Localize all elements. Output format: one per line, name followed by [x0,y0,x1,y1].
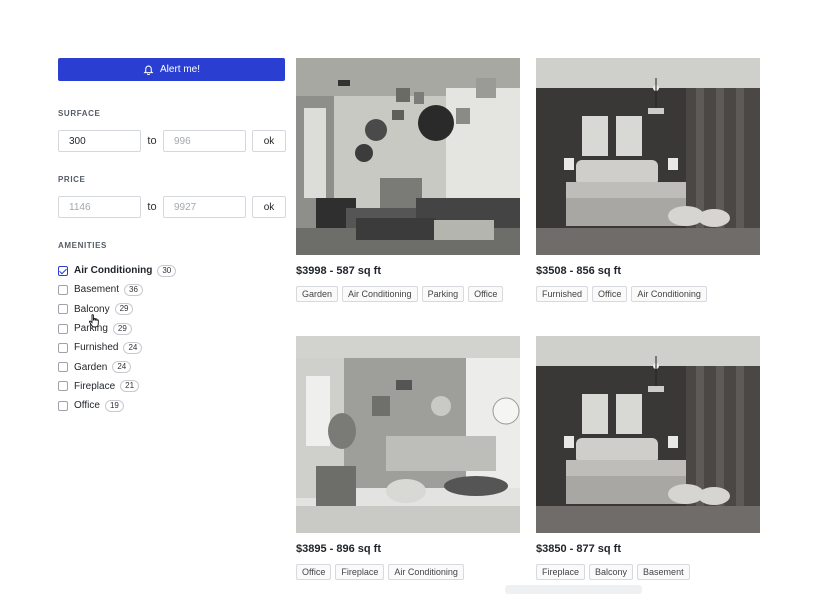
alert-me-label: Alert me! [159,64,200,75]
listing-title: $3895 - 896 sq ft [296,543,381,555]
amenity-label: Fireplace [74,380,116,392]
amenity-office[interactable]: Office 19 [58,396,286,415]
price-range: to ok [58,196,286,218]
amenity-label: Air Conditioning [74,265,153,277]
amenity-label: Garden [74,361,108,373]
listing-tag: Air Conditioning [631,286,707,302]
listing-tag: Air Conditioning [342,286,418,302]
listing-tag: Fireplace [536,564,586,580]
filters-sidebar: Alert me! SURFACE to ok PRICE to ok AMEN… [58,58,286,415]
amenity-count-badge: 24 [123,341,143,354]
surface-min-input[interactable] [58,130,141,152]
listing-tag: Balcony [589,564,634,580]
listing-photo-image [296,336,520,533]
surface-ok-button[interactable]: ok [252,130,286,152]
listing-photo[interactable] [296,58,520,255]
listing-tag: Office [468,286,504,302]
price-title: PRICE [58,175,86,184]
listing-card[interactable]: $3850 - 877 sq ft Fireplace Balcony Base… [536,336,760,580]
amenity-checkbox[interactable] [58,362,68,373]
listing-tag: Office [592,286,628,302]
listing-photo-image [536,58,760,255]
amenity-checkbox[interactable] [58,342,68,353]
listing-title: $3850 - 877 sq ft [536,543,621,555]
surface-max-input[interactable] [163,130,246,152]
amenity-count-badge: 29 [112,322,132,335]
listing-photo[interactable] [536,58,760,255]
amenity-count-badge: 24 [112,361,132,374]
listing-card[interactable]: $3998 - 587 sq ft Garden Air Conditionin… [296,58,520,302]
listing-tag: Air Conditioning [388,564,464,580]
listing-title: $3508 - 856 sq ft [536,265,621,277]
amenity-label: Office [74,400,100,412]
amenity-count-badge: 19 [104,399,124,412]
listing-tag: Parking [421,286,465,302]
amenity-checkbox[interactable] [58,323,68,334]
amenity-label: Furnished [74,342,119,354]
amenity-furnished[interactable]: Furnished 24 [58,338,286,357]
hand-pointer-icon [88,314,99,328]
amenity-checkbox[interactable] [58,304,68,315]
amenity-checkbox[interactable] [58,400,68,411]
amenity-garden[interactable]: Garden 24 [58,357,286,376]
listing-card[interactable]: $3895 - 896 sq ft Office Fireplace Air C… [296,336,520,580]
bottom-toast [505,585,642,594]
listing-tags: Fireplace Balcony Basement [536,564,760,580]
listing-tag: Furnished [536,286,589,302]
listing-photo-image [536,336,760,533]
price-min-input[interactable] [58,196,141,218]
listing-tag: Basement [637,564,690,580]
listing-title: $3998 - 587 sq ft [296,265,381,277]
listing-photo[interactable] [296,336,520,533]
listing-tag: Garden [296,286,339,302]
amenity-basement[interactable]: Basement 36 [58,280,286,299]
amenity-count-badge: 29 [114,303,134,316]
surface-to-label: to [147,135,157,147]
surface-range: to ok [58,130,286,152]
listing-card[interactable]: $3508 - 856 sq ft Furnished Office Air C… [536,58,760,302]
listing-photo-image [296,58,520,255]
listing-tag: Office [296,564,332,580]
listing-tags: Office Fireplace Air Conditioning [296,564,520,580]
price-ok-button[interactable]: ok [252,196,286,218]
surface-title: SURFACE [58,109,101,118]
price-to-label: to [147,201,157,213]
listing-photo[interactable] [536,336,760,533]
amenity-label: Basement [74,284,120,296]
listing-tag: Fireplace [335,564,385,580]
listing-tags: Garden Air Conditioning Parking Office [296,286,520,302]
amenity-count-badge: 36 [124,283,143,296]
amenities-list: Air Conditioning 30 Basement 36 Balcony … [58,261,286,415]
bell-icon [143,65,154,75]
alert-me-button[interactable]: Alert me! [58,58,285,81]
amenity-checkbox[interactable] [58,381,68,392]
listing-tags: Furnished Office Air Conditioning [536,286,760,302]
price-max-input[interactable] [163,196,246,218]
amenities-title: AMENITIES [58,241,107,250]
amenity-air-conditioning[interactable]: Air Conditioning 30 [58,261,286,280]
amenity-checkbox[interactable] [58,284,68,295]
amenity-count-badge: 21 [120,380,140,393]
amenity-count-badge: 30 [157,264,177,277]
amenity-checkbox[interactable] [58,265,68,276]
amenity-fireplace[interactable]: Fireplace 21 [58,377,286,396]
